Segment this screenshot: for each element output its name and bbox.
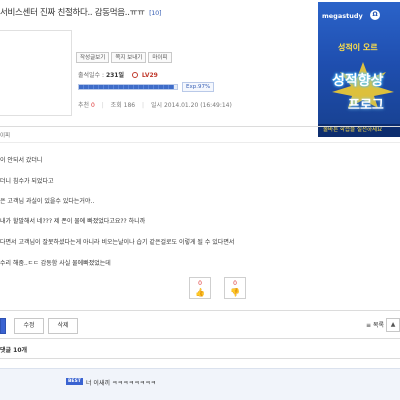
date-value: 2014.01.20 (16:49:14) <box>163 102 232 109</box>
ad-banner[interactable]: megastudy Ω 성적이 오르 성적향상 프로그 <box>318 2 400 136</box>
edit-button[interactable]: 수정 <box>14 318 44 334</box>
attendance-line: 출석일수 : 231일 LV29 <box>78 70 158 79</box>
reply-button[interactable] <box>0 318 6 334</box>
thumbs-down-icon: 👎 <box>230 288 240 297</box>
comment-text: 너 이새끼 ㅋㅋㅋㅋㅋㅋㅋㅋ <box>86 380 157 387</box>
post-title-text: 서비스센터 진짜 친절하다.. 감동먹음..ㅠㅠ <box>0 8 145 18</box>
attendance-label: 출석일수 : <box>78 72 105 79</box>
views-value: 186 <box>123 102 136 109</box>
level-icon <box>131 72 138 78</box>
divider <box>0 126 400 127</box>
list-icon: ≡ <box>366 322 372 329</box>
level-value: LV29 <box>141 72 158 79</box>
upvote-button[interactable]: 0 👍 <box>189 277 211 299</box>
post-body-line: 은 고객님 과실이 있을수 있다는거야.. <box>0 198 95 205</box>
rec-label: 추천 <box>78 102 90 109</box>
avatar[interactable] <box>0 30 72 116</box>
attendance-value: 231일 <box>105 72 124 79</box>
divider <box>0 358 400 359</box>
list-button[interactable]: ≡ 목록 <box>366 320 384 329</box>
view-posts-button[interactable]: 작성글보기 <box>76 52 110 63</box>
divider <box>0 310 400 311</box>
exp-label: Exp.97% <box>182 82 215 92</box>
ad-brand: megastudy <box>322 12 363 20</box>
divider <box>0 338 400 339</box>
ad-headline-second: 프로그 <box>348 98 384 113</box>
downvote-count: 0 <box>233 280 237 287</box>
profile-buttons: 작성글보기 쪽지 보내기 마이피 <box>76 52 172 63</box>
post-body-line: 이 안되서 갔더니 <box>0 157 43 164</box>
upvote-count: 0 <box>198 280 202 287</box>
ad-ribbon-text: 성적이 오르 <box>338 43 378 52</box>
scroll-top-button[interactable]: ▲ <box>386 318 400 332</box>
post-body-line: 다면서 고객님이 잘못하셨다는게 아니라 비오는날이나 습기 같은걸로도 이렇게… <box>0 239 235 246</box>
send-message-button[interactable]: 쪽지 보내기 <box>111 52 147 63</box>
meta-divider: | <box>101 102 104 109</box>
post-meta: 추천 0 | 조회 186 | 일시 2014.01.20 (16:49:14) <box>78 100 232 109</box>
comment-count-value: 10개 <box>13 347 28 354</box>
downvote-button[interactable]: 0 👎 <box>224 277 246 299</box>
author-tag: 이피 <box>0 133 11 139</box>
divider <box>0 142 400 143</box>
ad-headline: 성적향상 <box>332 73 384 89</box>
exp-progress-fill <box>79 85 175 89</box>
post-body-line: 내가 할말해서 네??? 제 폰이 물에 빠졌었다고요?? 하니까 <box>0 218 146 225</box>
date-label: 일시 <box>150 102 163 109</box>
comment-item <box>0 368 400 400</box>
rec-value: 0 <box>90 102 95 109</box>
meta-divider: | <box>142 102 145 109</box>
list-label: 목록 <box>372 322 384 329</box>
post-body-line: 더니 침수가 되었다고 <box>0 178 54 185</box>
best-badge: BEST <box>66 378 83 385</box>
thumbs-up-icon: 👍 <box>195 288 205 297</box>
delete-button[interactable]: 삭제 <box>48 318 78 334</box>
exp-progress-bar <box>78 84 178 90</box>
views-label: 조회 <box>110 102 122 109</box>
brand-logo-icon: Ω <box>370 10 380 20</box>
post-body-line: 수리 해줌..ㄷㄷ 감동함 사실 물에빠졌었는데 <box>0 260 111 267</box>
comment-label: 댓글 <box>0 347 12 354</box>
comment-count-badge[interactable]: [10] <box>149 9 161 17</box>
post-title: 서비스센터 진짜 친절하다.. 감동먹음..ㅠㅠ [10] <box>0 6 162 18</box>
mypi-button[interactable]: 마이피 <box>148 52 172 63</box>
comment-count: 댓글 10개 <box>0 345 27 354</box>
